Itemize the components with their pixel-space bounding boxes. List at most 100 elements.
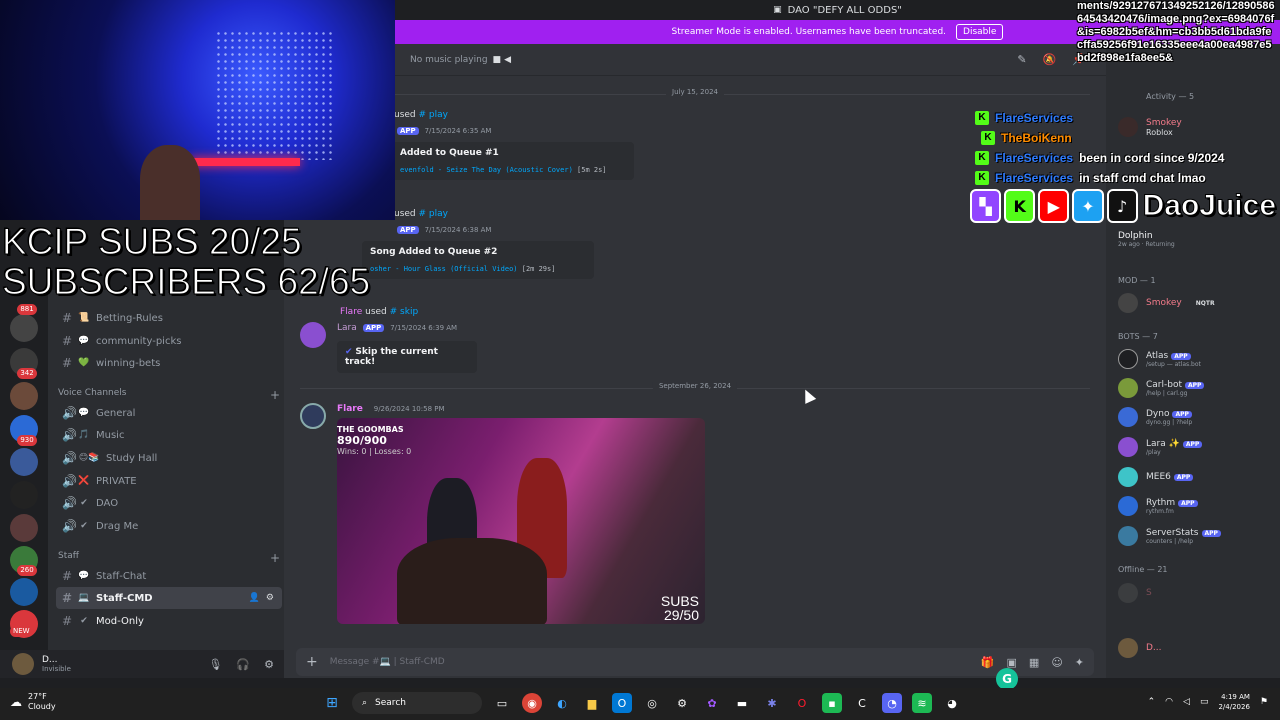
- message-composer[interactable]: + Message #💻 | Staff-CMD 🎁 ▣ ▦ ☺ ✦: [296, 648, 1094, 676]
- command-name[interactable]: # play: [419, 209, 448, 219]
- gif-icon[interactable]: ▣: [1007, 656, 1017, 669]
- settings-icon[interactable]: ⚙: [672, 693, 692, 713]
- bot-lara[interactable]: Lara ✨ APP /play: [1118, 434, 1278, 460]
- server-icon[interactable]: [10, 448, 38, 476]
- voice-channel-private[interactable]: 🔊 ❌ PRIVATE: [56, 470, 282, 492]
- stream-chat-line: K FlareServices been in cord since 9/202…: [975, 148, 1224, 168]
- outlook-icon[interactable]: O: [612, 693, 632, 713]
- bot-dyno[interactable]: Dyno APP dyno.gg | ?help: [1118, 404, 1278, 430]
- notification-icon[interactable]: ⚑: [1260, 697, 1268, 707]
- flare-avatar[interactable]: [300, 403, 326, 429]
- app-icon[interactable]: ▪: [822, 693, 842, 713]
- channel-community-picks[interactable]: # 💬 community-picks: [56, 330, 282, 352]
- command-name[interactable]: # play: [419, 110, 448, 120]
- clock[interactable]: 4:19 AM 2/4/2026: [1218, 692, 1249, 712]
- lara-avatar[interactable]: [300, 322, 326, 348]
- message-input[interactable]: Message #💻 | Staff-CMD: [330, 657, 445, 667]
- server-icon[interactable]: [10, 382, 38, 410]
- app-badge: APP: [1173, 474, 1194, 481]
- channel-label: community-picks: [96, 335, 182, 347]
- discord-icon[interactable]: ◔: [882, 693, 902, 713]
- add-channel-icon[interactable]: +: [270, 551, 280, 565]
- teams-icon[interactable]: ✱: [762, 693, 782, 713]
- channel-emoji: ❌: [78, 476, 90, 486]
- bot-mee6[interactable]: MEE6 APP: [1118, 464, 1278, 490]
- song-link[interactable]: evenfold - Seize The Day (Acoustic Cover…: [400, 166, 573, 174]
- file-explorer-icon[interactable]: ▆: [582, 693, 602, 713]
- grammarly-icon[interactable]: G: [996, 668, 1018, 690]
- author-name[interactable]: Flare: [337, 404, 363, 414]
- server-icon[interactable]: [10, 481, 38, 509]
- server-icon[interactable]: [10, 314, 38, 342]
- disable-streamer-button[interactable]: Disable: [956, 24, 1004, 40]
- gift-icon[interactable]: 🎁: [981, 656, 995, 669]
- edge-icon[interactable]: ◐: [552, 693, 572, 713]
- voice-channel-study-hall[interactable]: 🔊 😊📚 Study Hall: [56, 447, 282, 469]
- terminal-icon[interactable]: ▬: [732, 693, 752, 713]
- bot-atlas[interactable]: Atlas APP /setup — atlas.bot: [1118, 346, 1278, 372]
- voice-category[interactable]: Voice Channels +: [58, 388, 280, 402]
- taskbar-search[interactable]: ⌕ Search: [352, 692, 482, 714]
- obs-icon[interactable]: ◎: [642, 693, 662, 713]
- mute-icon[interactable]: 🔕: [1043, 53, 1057, 66]
- member-name: Dolphin: [1118, 230, 1153, 241]
- add-attachment-icon[interactable]: +: [306, 654, 318, 670]
- channel-winning-bets[interactable]: # 💚 winning-bets: [56, 352, 282, 374]
- microphone-icon[interactable]: 🎙: [208, 658, 222, 671]
- voice-channel-drag-me[interactable]: 🔊 ✔ Drag Me: [56, 515, 282, 537]
- threads-icon[interactable]: ✎: [1017, 53, 1026, 66]
- voice-channel-general[interactable]: 🔊 💬 General: [56, 402, 282, 424]
- image-attachment[interactable]: THE GOOMBAS 890/900 Wins: 0 | Losses: 0 …: [337, 418, 705, 624]
- member-offline[interactable]: S: [1118, 580, 1278, 606]
- add-channel-icon[interactable]: +: [270, 388, 280, 402]
- channel-label: Staff-CMD: [96, 592, 153, 604]
- channel-mod-only[interactable]: # ✔ Mod-Only: [56, 610, 282, 632]
- reply-user[interactable]: Flare: [340, 307, 362, 317]
- chat-header: No music playing ■ ◀ ✎ 🔕 📌: [284, 44, 1106, 76]
- server-icon[interactable]: [10, 578, 38, 606]
- battery-icon[interactable]: ▭: [1200, 697, 1209, 707]
- volume-icon[interactable]: ◁: [1183, 697, 1190, 707]
- member-offline[interactable]: D...: [1118, 635, 1278, 661]
- chevron-up-icon[interactable]: ⌃: [1148, 697, 1156, 707]
- bot-name: Dyno: [1146, 408, 1170, 419]
- bot-rythm[interactable]: Rythm APP rythm.fm: [1118, 493, 1278, 519]
- wifi-icon[interactable]: ◠: [1165, 697, 1173, 707]
- invite-icon[interactable]: 👤: [249, 593, 260, 603]
- staff-category[interactable]: Staff +: [58, 551, 280, 565]
- voice-channel-music[interactable]: 🔊 🎵 Music: [56, 424, 282, 446]
- bot-name[interactable]: Lara: [337, 323, 357, 333]
- song-link[interactable]: osher - Hour Glass (Official Video): [370, 265, 518, 273]
- stop-icon[interactable]: ■: [493, 55, 502, 65]
- sticker-icon[interactable]: ▦: [1029, 656, 1039, 669]
- member-dolphin[interactable]: Dolphin 2w ago · Returning: [1118, 226, 1278, 252]
- emoji-icon[interactable]: ☺: [1051, 656, 1062, 669]
- weather-widget[interactable]: ☁ 27°F Cloudy: [10, 692, 56, 712]
- start-button[interactable]: ⊞: [322, 693, 342, 713]
- apps-icon[interactable]: ✦: [1075, 656, 1084, 669]
- app-icon[interactable]: ◕: [942, 693, 962, 713]
- time: 4:19 AM: [1221, 693, 1250, 701]
- voice-channel-dao[interactable]: 🔊 ✔ DAO: [56, 492, 282, 514]
- channel-betting-rules[interactable]: # 📜 Betting-Rules: [56, 307, 282, 329]
- task-view-icon[interactable]: ▭: [492, 693, 512, 713]
- app-badge: APP: [1201, 529, 1221, 537]
- gear-icon[interactable]: ⚙: [264, 658, 274, 671]
- avatar[interactable]: [12, 653, 34, 675]
- channel-staff-cmd[interactable]: # 💻 Staff-CMD 👤 ⚙: [56, 587, 282, 609]
- bot-serverstats[interactable]: ServerStats APP counters | /help: [1118, 523, 1278, 549]
- headphones-icon[interactable]: 🎧: [236, 658, 250, 671]
- opera-icon[interactable]: O: [792, 693, 812, 713]
- spotify-icon[interactable]: ≋: [912, 693, 932, 713]
- member-smokey[interactable]: Smokey Roblox: [1118, 114, 1278, 140]
- gear-icon[interactable]: ⚙: [266, 593, 274, 603]
- app-icon[interactable]: C: [852, 693, 872, 713]
- server-icon[interactable]: [10, 514, 38, 542]
- member-smokey-mod[interactable]: Smokey NQTR: [1118, 290, 1278, 316]
- chrome-icon[interactable]: ◉: [522, 693, 542, 713]
- command-name[interactable]: # skip: [390, 307, 419, 317]
- bot-carl-bot[interactable]: Carl-bot APP /help | carl.gg: [1118, 375, 1278, 401]
- channel-staff-chat[interactable]: # 💬 Staff-Chat: [56, 565, 282, 587]
- volume-icon[interactable]: ◀: [504, 55, 511, 65]
- figma-icon[interactable]: ✿: [702, 693, 722, 713]
